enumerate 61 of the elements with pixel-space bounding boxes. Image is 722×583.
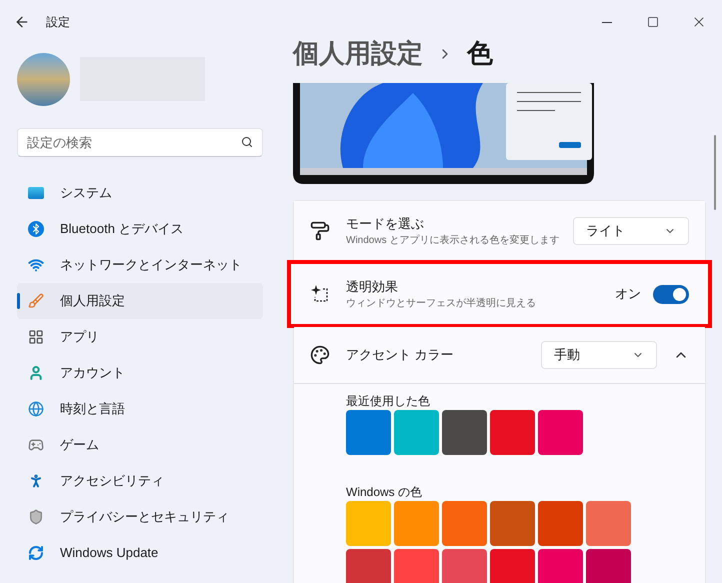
brush-icon: [28, 293, 44, 309]
page-title: 色: [467, 37, 493, 70]
window-title: 設定: [46, 14, 70, 31]
setting-title: アクセント カラー: [346, 346, 455, 364]
toggle-state-label: オン: [615, 285, 641, 304]
accessibility-icon: [28, 473, 44, 489]
color-swatch[interactable]: [346, 410, 391, 455]
nav-item[interactable]: アカウント: [17, 355, 263, 391]
sparkle-square-icon: [310, 284, 330, 304]
color-swatch[interactable]: [394, 410, 439, 455]
nav-item[interactable]: ネットワークとインターネット: [17, 247, 263, 283]
dropdown[interactable]: 手動: [541, 341, 657, 369]
search-icon: [241, 136, 253, 148]
color-swatch[interactable]: [394, 501, 439, 546]
bluetooth-icon: [28, 221, 44, 237]
monitor-icon: [28, 187, 44, 199]
color-swatch[interactable]: [538, 549, 583, 583]
color-swatch[interactable]: [538, 410, 583, 455]
search-field[interactable]: 設定の検索: [17, 128, 263, 157]
color-swatch[interactable]: [490, 410, 535, 455]
breadcrumb-parent[interactable]: 個人用設定: [293, 34, 423, 73]
back-button[interactable]: [14, 14, 30, 30]
toggle-switch[interactable]: [653, 284, 689, 304]
color-swatch[interactable]: [394, 549, 439, 583]
shield-icon: [28, 509, 44, 525]
paint-roller-icon: [310, 221, 330, 241]
nav-item[interactable]: Windows Update: [17, 535, 263, 571]
scrollbar[interactable]: [714, 135, 716, 210]
apps-icon: [28, 329, 44, 345]
setting-description: ウィンドウとサーフェスが半透明に見える: [346, 296, 537, 312]
swatch-group-label: 最近使用した色: [346, 393, 431, 409]
palette-icon: [310, 345, 330, 365]
color-swatch[interactable]: [346, 501, 391, 546]
globe-icon: [28, 401, 44, 417]
color-swatch[interactable]: [442, 549, 487, 583]
maximize-icon: [647, 16, 659, 28]
color-swatch[interactable]: [586, 501, 631, 546]
setting-title: 透明効果: [346, 278, 399, 296]
dropdown[interactable]: ライト: [573, 217, 689, 245]
nav-item[interactable]: プライバシーとセキュリティ: [17, 499, 263, 535]
nav-item[interactable]: ゲーム: [17, 427, 263, 463]
nav-item[interactable]: システム: [17, 175, 263, 211]
nav-item[interactable]: Bluetooth とデバイス: [17, 211, 263, 247]
update-icon: [28, 545, 44, 561]
nav-item[interactable]: 個人用設定: [17, 283, 263, 319]
color-swatch[interactable]: [586, 549, 631, 583]
swatch-group-label: Windows の色: [346, 484, 424, 500]
wifi-icon: [28, 257, 44, 273]
color-swatch[interactable]: [490, 549, 535, 583]
gamepad-icon: [28, 437, 44, 453]
color-swatch[interactable]: [346, 549, 391, 583]
nav-item[interactable]: アクセシビリティ: [17, 463, 263, 499]
color-swatch[interactable]: [538, 501, 583, 546]
color-swatch[interactable]: [442, 501, 487, 546]
nav-item[interactable]: 時刻と言語: [17, 391, 263, 427]
setting-title: モードを選ぶ: [346, 214, 425, 233]
color-swatch[interactable]: [490, 501, 535, 546]
color-swatch[interactable]: [442, 410, 487, 455]
user-icon: [28, 365, 44, 381]
nav-item[interactable]: アプリ: [17, 319, 263, 355]
setting-description: Windows とアプリに表示される色を変更します: [346, 234, 557, 248]
